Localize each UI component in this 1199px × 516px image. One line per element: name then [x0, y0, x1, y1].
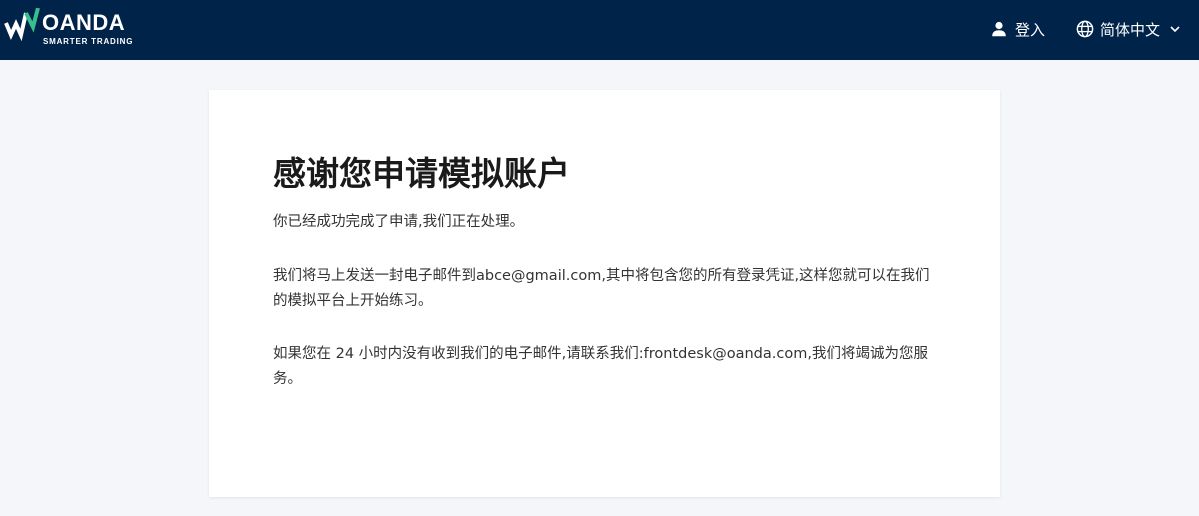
oanda-logo[interactable]: OANDA SMARTER TRADING [4, 6, 144, 48]
login-link[interactable]: 登入 [990, 17, 1045, 41]
page-title: 感谢您申请模拟账户 [273, 154, 570, 193]
top-navigation-bar: OANDA SMARTER TRADING 登入 简体中文 [0, 0, 1199, 60]
language-label: 简体中文 [1100, 20, 1161, 39]
brand-name: OANDA [42, 10, 126, 35]
confirmation-card: 感谢您申请模拟账户 你已经成功完成了申请,我们正在处理。 我们将马上发送一封电子… [209, 90, 1000, 497]
login-label: 登入 [1015, 20, 1046, 39]
application-received-text: 你已经成功完成了申请,我们正在处理。 [273, 214, 525, 230]
brand-tagline: SMARTER TRADING [43, 37, 134, 46]
chevron-down-icon [1170, 26, 1180, 33]
oanda-logo-mark-icon [4, 8, 40, 42]
globe-icon [1076, 20, 1094, 38]
user-icon [992, 21, 1006, 37]
support-contact-text: 如果您在 24 小时内没有收到我们的电子邮件,请联系我们:frontdesk@o… [273, 346, 928, 387]
language-selector[interactable]: 简体中文 [1076, 17, 1181, 41]
email-notice-text: 我们将马上发送一封电子邮件到abce@gmail.com,其中将包含您的所有登录… [273, 268, 930, 309]
